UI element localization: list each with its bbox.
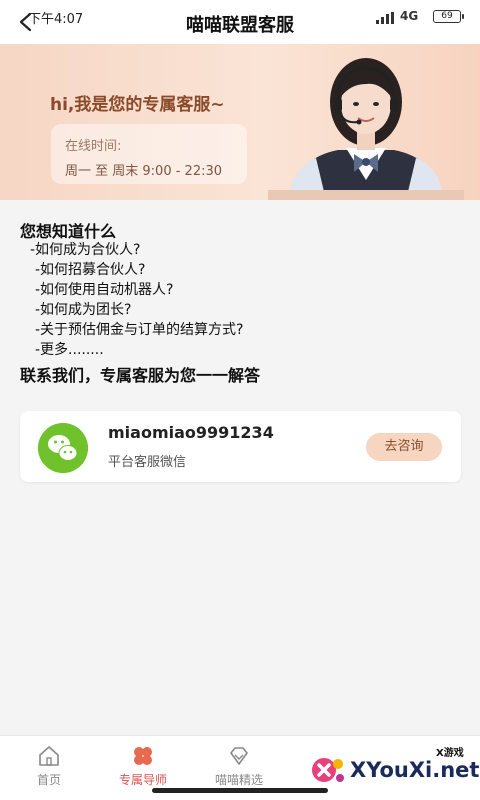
- wechat-contact-card: miaomiao9991234 平台客服微信 去咨询: [20, 411, 461, 482]
- consult-button[interactable]: 去咨询: [366, 433, 442, 461]
- online-hours-label: 在线时间:: [65, 139, 122, 154]
- gamepad-logo-icon: [312, 758, 344, 782]
- wechat-id: miaomiao9991234: [108, 423, 274, 442]
- online-hours-box: 在线时间: 周一 至 周末 9:00 - 22:30: [51, 124, 247, 184]
- wechat-icon: [38, 423, 88, 473]
- banner-greeting: hi,我是您的专属客服~: [50, 95, 225, 115]
- clover-icon: [134, 747, 152, 765]
- tab-featured[interactable]: 喵喵精选: [194, 740, 284, 790]
- network-type: 4G: [400, 9, 419, 23]
- diamond-icon: [230, 747, 248, 765]
- tab-featured-label: 喵喵精选: [214, 773, 263, 787]
- home-icon: [39, 746, 59, 766]
- faq-title: 您想知道什么: [20, 222, 117, 241]
- faq-section: 您想知道什么 -如何成为合伙人? -如何招募合伙人? -如何使用自动机器人? -…: [20, 218, 460, 385]
- status-bar: 下午4:07 喵喵联盟客服 4G 69: [0, 0, 480, 44]
- faq-item[interactable]: -如何成为合伙人?: [20, 240, 460, 260]
- wechat-description: 平台客服微信: [108, 455, 187, 470]
- customer-service-agent-image: [268, 58, 464, 200]
- home-indicator[interactable]: [152, 788, 328, 793]
- faq-item[interactable]: -如何成为团长?: [20, 300, 460, 320]
- faq-item[interactable]: -如何招募合伙人?: [20, 260, 460, 280]
- online-hours-value: 周一 至 周末 9:00 - 22:30: [65, 164, 223, 179]
- tab-home-label: 首页: [36, 773, 61, 787]
- faq-item[interactable]: -如何使用自动机器人?: [20, 280, 460, 300]
- signal-icon: [376, 12, 394, 24]
- faq-item[interactable]: -关于预估佣金与订单的结算方式?: [20, 320, 460, 340]
- watermark-main-text: XYouXi.net: [350, 758, 480, 782]
- contact-us-heading: 联系我们，专属客服为您一一解答: [20, 366, 261, 385]
- faq-item-more[interactable]: -更多........: [20, 340, 460, 360]
- site-watermark: X游戏 XYouXi.net: [310, 744, 480, 796]
- tab-mentor-label: 专属导师: [118, 773, 167, 787]
- tab-home[interactable]: 首页: [4, 740, 94, 790]
- watermark-small-text: X游戏: [436, 748, 464, 759]
- tab-mentor[interactable]: 专属导师: [98, 740, 188, 790]
- battery-icon: 69: [433, 10, 464, 23]
- service-banner: hi,我是您的专属客服~ 在线时间: 周一 至 周末 9:00 - 22:30: [0, 44, 480, 200]
